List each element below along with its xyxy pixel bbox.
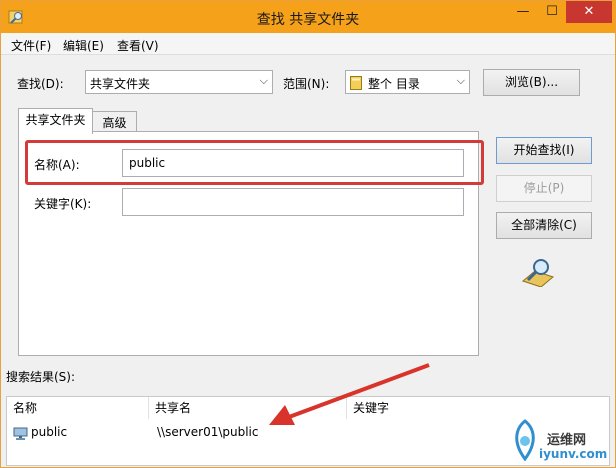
chevron-down-icon: ⌵ [259, 74, 268, 87]
directory-icon [350, 76, 362, 90]
results-label: 搜索结果(S): [6, 370, 76, 384]
name-field-highlight [25, 140, 484, 185]
scope-select[interactable]: 整个 目录 ⌵ [345, 70, 470, 94]
search-magnifier-icon [521, 259, 555, 287]
find-label: 查找(D): [17, 77, 64, 91]
menu-file[interactable]: 文件(F) [11, 37, 51, 54]
title-bar[interactable]: 查找 共享文件夹 — ☐ ✕ [1, 1, 615, 33]
close-button[interactable]: ✕ [566, 1, 612, 23]
keyword-input[interactable] [122, 188, 464, 216]
minimize-button[interactable]: — [508, 1, 538, 23]
find-shared-folders-window: 查找 共享文件夹 — ☐ ✕ 文件(F) 编辑(E) 查看(V) 查找(D): … [0, 0, 616, 468]
find-type-select[interactable]: 共享文件夹 ⌵ [85, 70, 273, 94]
browse-button[interactable]: 浏览(B)... [483, 69, 580, 96]
stop-button[interactable]: 停止(P) [496, 175, 592, 202]
start-search-button[interactable]: 开始查找(I) [496, 137, 592, 164]
result-share-name: \\server01\public [157, 425, 259, 439]
menu-bar: 文件(F) 编辑(E) 查看(V) [1, 33, 615, 55]
keyword-label: 关键字(K): [34, 197, 92, 211]
scope-label: 范围(N): [283, 77, 330, 91]
annotation-arrow [269, 363, 430, 425]
chevron-down-icon: ⌵ [456, 74, 465, 87]
menu-view[interactable]: 查看(V) [117, 37, 159, 54]
maximize-button[interactable]: ☐ [538, 1, 566, 23]
watermark-name: 运维网 [547, 433, 587, 448]
clear-all-button[interactable]: 全部清除(C) [496, 212, 592, 239]
tab-shared-folders[interactable]: 共享文件夹 [18, 108, 93, 134]
scope-value: 整个 目录 [368, 77, 420, 91]
column-header-name[interactable]: 名称 [7, 397, 149, 419]
watermark-url: iyunv.com [539, 447, 608, 461]
watermark-logo-icon [515, 419, 535, 461]
shared-folder-icon [13, 427, 28, 440]
result-name: public [31, 425, 68, 439]
menu-edit[interactable]: 编辑(E) [63, 37, 104, 54]
find-type-value: 共享文件夹 [90, 77, 151, 91]
